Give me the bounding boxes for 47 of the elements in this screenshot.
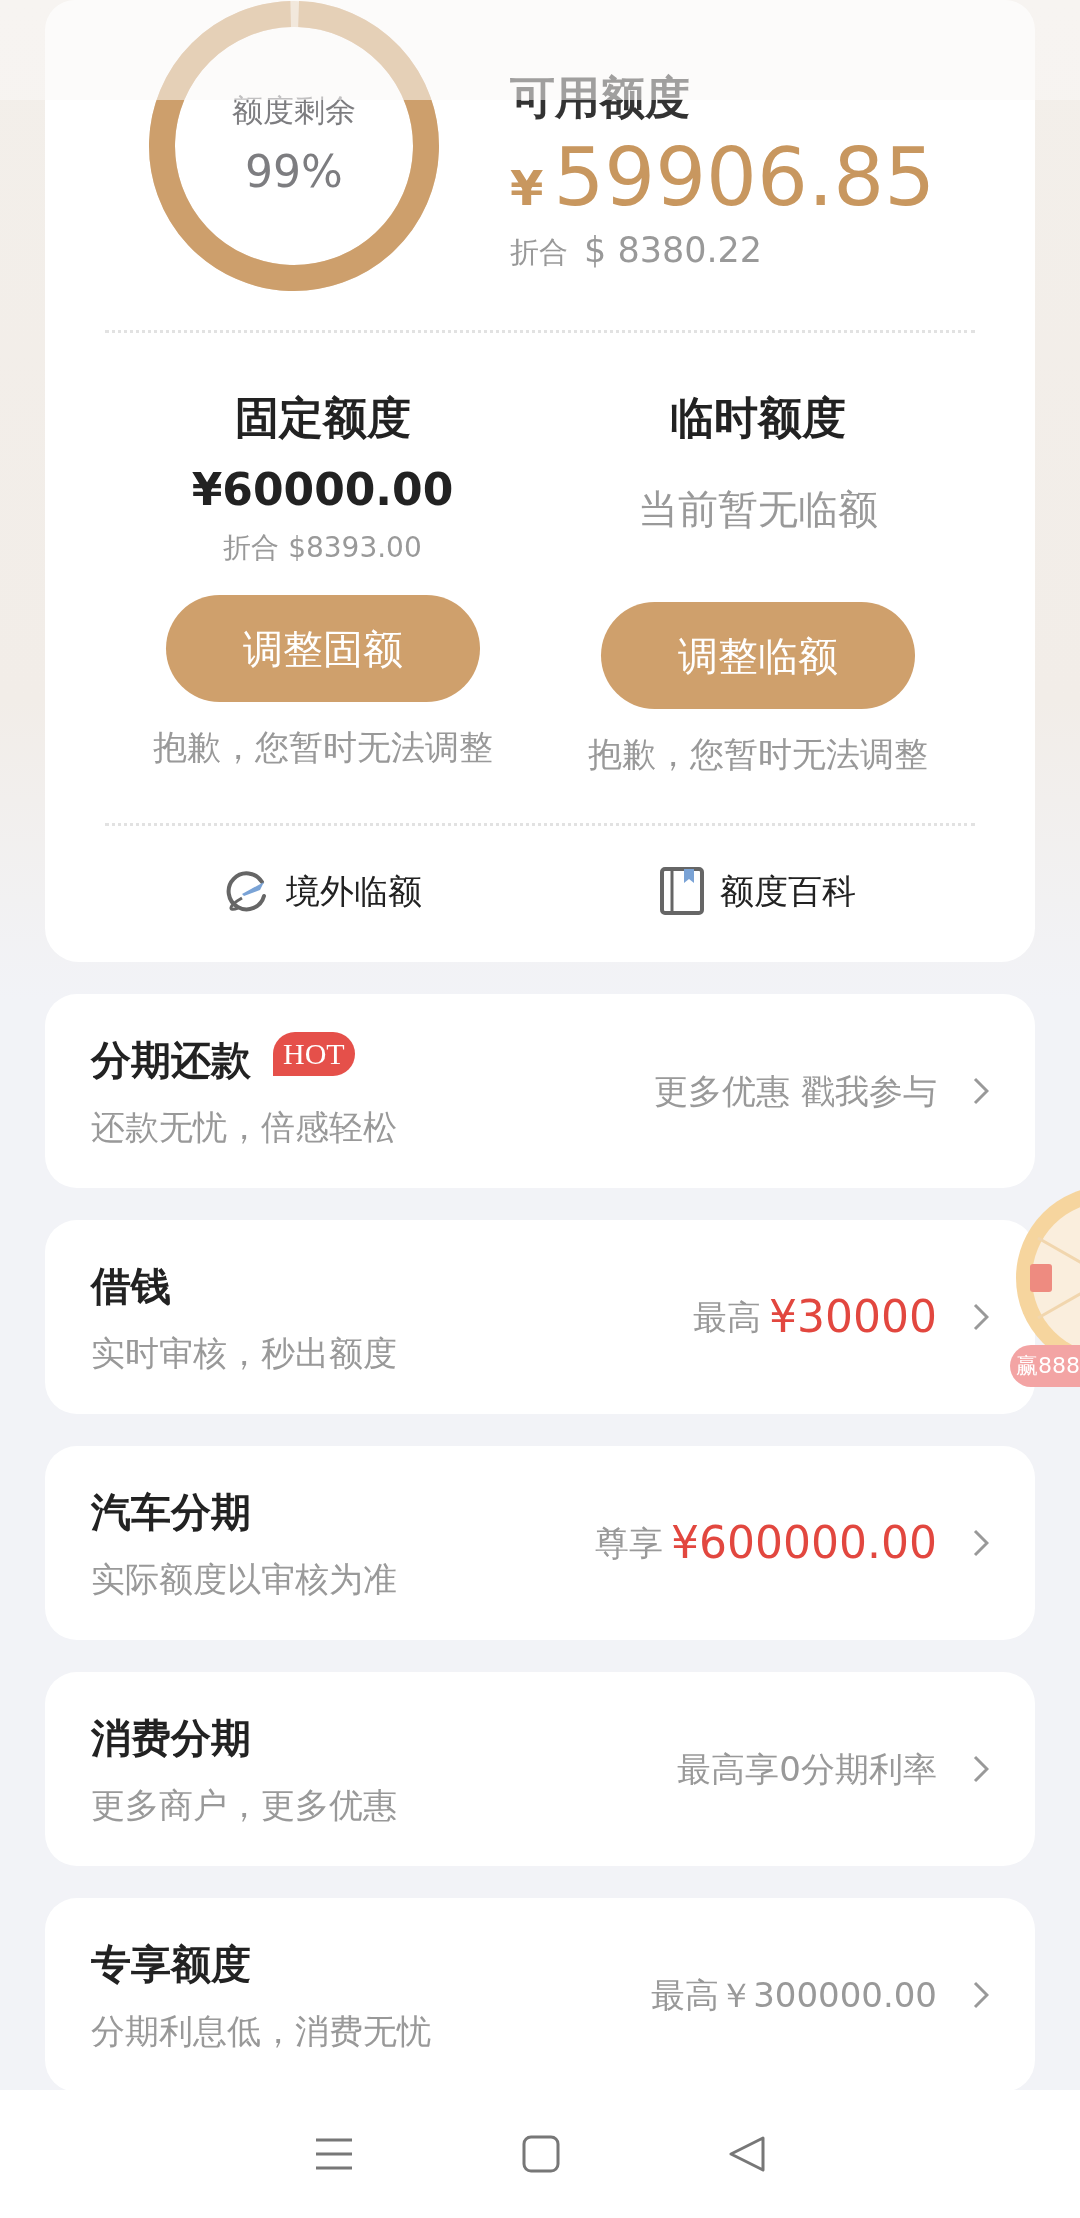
quota-amount: ¥60000.00 [191,463,454,517]
available-amount: 59906.85 [553,131,936,224]
quota-title: 固定额度 [234,391,411,445]
chevron-icon [973,1529,989,1557]
service-subtitle: 还款无忧，倍感轻松 [91,1105,398,1149]
offer-text: 最高￥300000.00 [651,1973,937,2017]
hot-tag: HOT [273,1031,355,1076]
service-subtitle: 分期利息低，消费无忧 [91,2009,432,2053]
service-subtitle: 实际额度以审核为准 [91,1557,398,1601]
chevron-icon [973,1303,989,1331]
percent-value: 99% [245,145,343,200]
book-icon [660,867,704,915]
converted-amount: $ 8380.22 [584,228,763,272]
quota-status: 当前暂无临额 [637,485,878,534]
notice-text: 抱歉，您暂时无法调整 [152,726,493,769]
link-text[interactable]: 额度百科 [720,865,856,917]
back-icon[interactable] [728,2135,766,2173]
currency-symbol: ¥ [510,158,544,218]
service-card[interactable]: 汽车分期 实际额度以审核为准 尊享 ¥600000.00 [45,1446,1035,1640]
service-title: 汽车分期 [91,1487,251,1537]
notice-text: 抱歉，您暂时无法调整 [587,733,928,776]
service-title: 消费分期 [91,1713,251,1763]
home-icon[interactable] [522,2135,560,2173]
chevron-icon [973,1981,989,2009]
offer-amount: ¥30000 [769,1290,937,1344]
offer-text: 尊享 [595,1521,664,1565]
service-card[interactable]: 分期还款 HOT 还款无忧，倍感轻松 更多优惠 戳我参与 [45,994,1035,1188]
service-title: 专享额度 [91,1939,251,1989]
offer-text: 最高享0分期利率 [677,1747,937,1791]
link-text[interactable]: 境外临额 [286,865,422,917]
menu-icon[interactable] [314,2137,354,2171]
offer-amount: ¥600000.00 [671,1516,937,1570]
chevron-icon [973,1755,989,1783]
service-subtitle: 更多商户，更多优惠 [91,1783,398,1827]
service-card[interactable]: 专享额度 分期利息低，消费无忧 最高￥300000.00 [45,1898,1035,2092]
service-card[interactable]: 消费分期 更多商户，更多优惠 最高享0分期利率 [45,1672,1035,1866]
offer-text: 最高 [693,1295,762,1339]
converted-label: 折合 [510,233,568,271]
service-title: 分期还款 [91,1035,251,1085]
available-label: 可用额度 [510,70,691,126]
service-title: 借钱 [91,1261,171,1311]
service-subtitle: 实时审核，秒出额度 [91,1331,398,1375]
quota-title: 临时额度 [669,391,846,445]
converted-amount: 折合 $8393.00 [223,530,422,566]
ring-label: 额度剩余 [232,90,356,130]
chevron-icon [973,1077,989,1105]
offer-text: 更多优惠 戳我参与 [654,1069,937,1113]
